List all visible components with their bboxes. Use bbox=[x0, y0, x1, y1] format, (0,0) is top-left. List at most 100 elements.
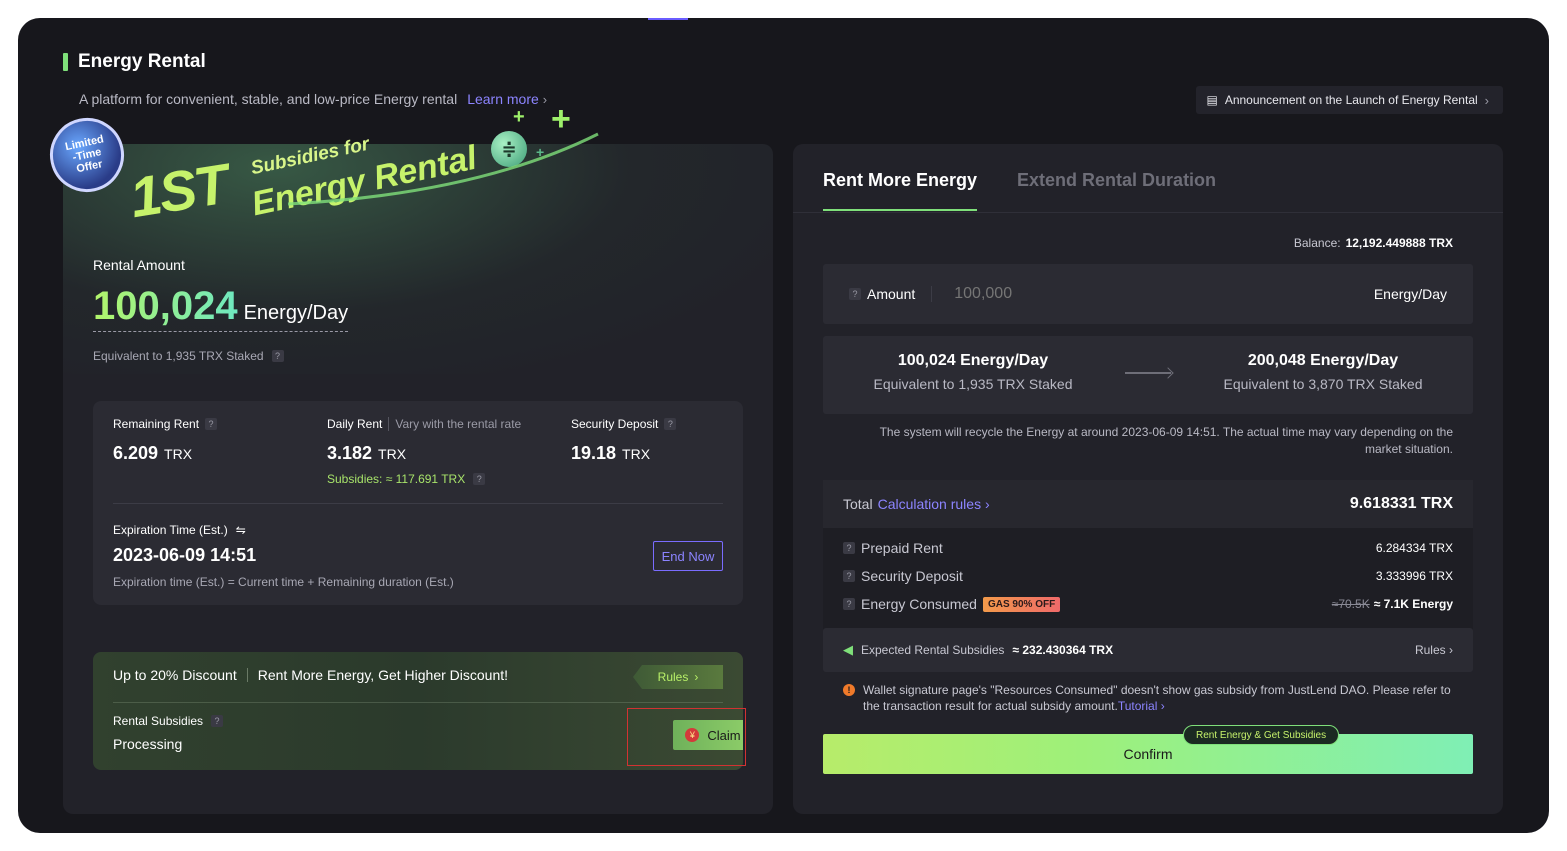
rules-label: Rules bbox=[657, 670, 689, 684]
chevron-right-icon: › bbox=[694, 670, 699, 684]
energy-comparison: 100,024 Energy/Day Equivalent to 1,935 T… bbox=[823, 336, 1473, 414]
prepaid-rent-label: Prepaid Rent bbox=[861, 540, 943, 556]
currency-unit: TRX bbox=[378, 446, 407, 462]
rental-subsidies-status: Processing bbox=[113, 736, 183, 752]
security-deposit-row: ? Security Deposit 3.333996 TRX bbox=[843, 568, 1453, 584]
rental-amount-value: 100,024 bbox=[93, 284, 238, 328]
currency-unit: TRX bbox=[164, 446, 193, 462]
discount-title: Up to 20% Discount Rent More Energy, Get… bbox=[113, 667, 508, 683]
security-deposit-value: 19.18 bbox=[571, 443, 617, 463]
help-icon[interactable]: ? bbox=[843, 570, 855, 582]
rental-amount[interactable]: 100,024 Energy/Day bbox=[93, 284, 349, 332]
new-energy-value: 200,048 Energy/Day bbox=[1247, 352, 1399, 369]
subtitle-text: A platform for convenient, stable, and l… bbox=[79, 91, 458, 107]
rental-amount-unit: Energy/Day bbox=[243, 302, 349, 324]
divider bbox=[113, 503, 723, 504]
page-subtitle: A platform for convenient, stable, and l… bbox=[79, 91, 547, 107]
discount-title-text: Up to 20% Discount bbox=[113, 667, 237, 683]
top-indicator bbox=[648, 18, 688, 20]
amount-input[interactable] bbox=[954, 285, 1374, 303]
gas-discount-badge: GAS 90% OFF bbox=[982, 596, 1061, 612]
remaining-rent: Remaining Rent? 6.209 TRX bbox=[113, 417, 218, 464]
security-deposit-value: 3.333996 TRX bbox=[1375, 569, 1453, 583]
signature-warning: ! Wallet signature page's "Resources Con… bbox=[843, 682, 1453, 714]
security-deposit-label: Security Deposit bbox=[571, 417, 659, 431]
chevron-right-icon: › bbox=[542, 92, 548, 107]
warning-icon: ! bbox=[843, 684, 855, 696]
discount-tagline: Rent More Energy, Get Higher Discount! bbox=[257, 667, 509, 683]
divider bbox=[113, 702, 723, 703]
new-energy: 200,048 Energy/Day Equivalent to 3,870 T… bbox=[1193, 352, 1453, 392]
expected-subsidies-label: Expected Rental Subsidies bbox=[861, 643, 1005, 657]
daily-rent-value: 3.182 bbox=[327, 443, 373, 463]
total-row: Total Calculation rules › 9.618331 TRX bbox=[823, 480, 1473, 528]
remaining-rent-value: 6.209 bbox=[113, 443, 159, 463]
energy-consumed-label: Energy Consumed bbox=[861, 596, 977, 612]
amount-label-text: Amount bbox=[867, 286, 916, 302]
help-icon[interactable]: ? bbox=[664, 418, 677, 430]
tutorial-link[interactable]: Tutorial › bbox=[1118, 699, 1165, 713]
expiration-label: Expiration Time (Est.) ⇋ bbox=[113, 523, 246, 537]
prepaid-rent-value: 6.284334 TRX bbox=[1375, 541, 1453, 555]
rent-more-panel: Rent More Energy Extend Rental Duration … bbox=[793, 144, 1503, 814]
energy-consumed-value: ≈ 7.1K Energy bbox=[1373, 597, 1453, 611]
announcement-button[interactable]: ▤ Announcement on the Launch of Energy R… bbox=[1196, 86, 1503, 114]
announcement-text: Announcement on the Launch of Energy Ren… bbox=[1224, 93, 1478, 107]
app-window: Energy Rental A platform for convenient,… bbox=[18, 18, 1549, 833]
rental-amount-label: Rental Amount bbox=[93, 257, 185, 273]
security-deposit: Security Deposit? 19.18 TRX bbox=[571, 417, 677, 464]
daily-rent-label: Daily Rent bbox=[327, 417, 383, 431]
daily-rent: Daily Rent Vary with the rental rate 3.18… bbox=[327, 417, 521, 486]
prepaid-rent-row: ? Prepaid Rent 6.284334 TRX bbox=[843, 540, 1453, 556]
amount-unit: Energy/Day bbox=[1373, 286, 1447, 302]
claim-highlight-frame bbox=[627, 708, 746, 766]
security-deposit-label: Security Deposit bbox=[861, 568, 963, 584]
new-energy-equivalent: Equivalent to 3,870 TRX Staked bbox=[1223, 376, 1423, 392]
rental-stats: Remaining Rent? 6.209 TRX Daily Rent Vary … bbox=[93, 401, 743, 605]
amount-label: ? Amount bbox=[849, 286, 933, 302]
help-icon[interactable]: ? bbox=[849, 288, 861, 300]
cost-breakdown: Total Calculation rules › 9.618331 TRX ? P… bbox=[823, 480, 1473, 648]
rules-button[interactable]: Rules › bbox=[633, 665, 723, 689]
page-title: Energy Rental bbox=[63, 51, 206, 73]
balance-value: 12,192.449888 TRX bbox=[1345, 236, 1453, 250]
rental-tabs: Rent More Energy Extend Rental Duration bbox=[823, 170, 1216, 211]
tab-extend-rental-duration[interactable]: Extend Rental Duration bbox=[1017, 170, 1216, 211]
expiration-note: Expiration time (Est.) = Current time + … bbox=[113, 575, 454, 589]
energy-consumed-row: ? Energy Consumed GAS 90% OFF ≈70.5K ≈ 7.1K… bbox=[843, 596, 1453, 612]
expiration-value: 2023-06-09 14:51 bbox=[113, 545, 257, 565]
expiration-label-text: Expiration Time (Est.) bbox=[113, 523, 228, 537]
help-icon[interactable]: ? bbox=[271, 350, 284, 362]
rental-equivalent: Equivalent to 1,935 TRX Staked ? bbox=[93, 349, 284, 363]
currency-unit: TRX bbox=[622, 446, 651, 462]
daily-rent-note: Vary with the rental rate bbox=[388, 417, 521, 431]
help-icon[interactable]: ? bbox=[211, 715, 224, 727]
calculation-rules-link[interactable]: Calculation rules › bbox=[878, 496, 990, 512]
balance-label: Balance: bbox=[1293, 236, 1341, 250]
help-icon[interactable]: ? bbox=[205, 418, 218, 430]
tab-rent-more-energy[interactable]: Rent More Energy bbox=[823, 170, 978, 211]
confirm-button[interactable]: Confirm bbox=[823, 734, 1473, 774]
equivalent-text: Equivalent to 1,935 TRX Staked bbox=[93, 349, 264, 363]
end-now-button[interactable]: End Now bbox=[653, 541, 723, 571]
banner-swoosh bbox=[287, 132, 599, 206]
rental-subsidies-label: Rental Subsidies ? bbox=[113, 714, 224, 728]
current-energy: 100,024 Energy/Day Equivalent to 1,935 T… bbox=[843, 352, 1103, 392]
current-energy-equivalent: Equivalent to 1,935 TRX Staked bbox=[873, 376, 1073, 392]
swap-icon[interactable]: ⇋ bbox=[236, 523, 246, 537]
page-title-text: Energy Rental bbox=[78, 51, 206, 72]
energy-original-value: ≈70.5K bbox=[1331, 597, 1370, 611]
subsidy-rules-link[interactable]: Rules › bbox=[1415, 643, 1453, 657]
learn-more-link[interactable]: Learn more › bbox=[467, 91, 547, 107]
help-icon[interactable]: ? bbox=[843, 542, 855, 554]
current-energy-value: 100,024 Energy/Day bbox=[897, 352, 1049, 369]
help-icon[interactable]: ? bbox=[473, 473, 486, 485]
total-value: 9.618331 TRX bbox=[1349, 495, 1453, 512]
title-accent-bar bbox=[63, 53, 68, 71]
megaphone-icon: ◀ bbox=[843, 642, 853, 657]
recycle-note: The system will recycle the Energy at ar… bbox=[879, 425, 1453, 456]
help-icon[interactable]: ? bbox=[843, 598, 855, 610]
total-label: Total bbox=[843, 496, 873, 512]
divider bbox=[246, 668, 248, 682]
subsidies-text: Subsidies: ≈ 117.691 TRX bbox=[327, 472, 466, 486]
